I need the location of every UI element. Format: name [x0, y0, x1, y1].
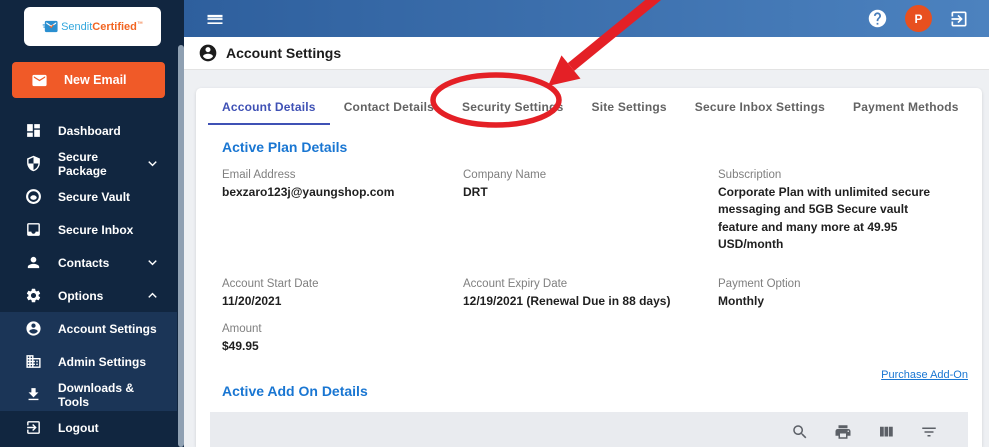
sidebar-item-account-settings[interactable]: Account Settings	[0, 312, 177, 345]
logout-icon[interactable]	[949, 9, 969, 29]
building-icon	[26, 355, 41, 368]
page-title-bar: Account Settings	[184, 37, 989, 70]
plan-fields-row-1: Email Address bexzaro123j@yaungshop.com …	[222, 169, 968, 254]
field-amount: Amount $49.95	[222, 322, 262, 353]
download-icon	[28, 388, 39, 401]
tab-payment-methods[interactable]: Payment Methods	[839, 88, 973, 125]
table-toolbar	[210, 412, 968, 447]
sidebar-item-contacts[interactable]: Contacts	[0, 246, 177, 279]
vault-icon	[26, 189, 41, 204]
new-email-button[interactable]: New Email	[12, 62, 165, 98]
active-addon-heading: Active Add On Details	[222, 383, 368, 400]
sidebar-item-secure-vault[interactable]: Secure Vault	[0, 180, 177, 213]
field-payment-option: Payment Option Monthly	[718, 277, 801, 308]
tab-security-settings[interactable]: Security Settings	[448, 88, 577, 125]
print-icon[interactable]	[834, 423, 852, 441]
sidebar-item-dashboard[interactable]: Dashboard	[0, 114, 177, 147]
chevron-down-icon	[148, 260, 157, 266]
addons-table-header: Add On Name Start Date End Date Subscrib…	[210, 412, 968, 447]
sidebar-item-admin-settings[interactable]: Admin Settings	[0, 345, 177, 378]
purchase-addon-link[interactable]: Purchase Add-On	[881, 369, 968, 381]
help-icon[interactable]	[867, 8, 888, 29]
shield-icon	[27, 155, 40, 172]
dashboard-icon	[27, 124, 40, 137]
person-icon	[27, 256, 40, 269]
account-details-pane: Active Plan Details Email Address bexzar…	[196, 125, 982, 447]
topbar-actions: P	[867, 5, 989, 32]
sidebar: SenditCertified™ New Email Dashboard Sec…	[0, 0, 177, 447]
brand-text: SenditCertified™	[61, 20, 143, 33]
tab-secure-inbox-settings[interactable]: Secure Inbox Settings	[681, 88, 839, 125]
active-plan-heading: Active Plan Details	[222, 139, 348, 155]
tab-site-settings[interactable]: Site Settings	[577, 88, 680, 125]
new-email-label: New Email	[64, 73, 127, 87]
filter-icon[interactable]	[920, 423, 938, 441]
mail-icon	[32, 74, 47, 86]
plan-fields-row-3: Amount $49.95	[222, 323, 968, 355]
field-company-name: Company Name DRT	[463, 169, 547, 199]
chevron-up-icon	[148, 292, 157, 298]
gear-icon	[26, 288, 41, 303]
hamburger-menu-icon[interactable]	[205, 9, 225, 29]
account-circle-icon	[199, 44, 217, 62]
plan-fields-row-2: Account Start Date 11/20/2021 Account Ex…	[222, 278, 968, 310]
brand-logo[interactable]: SenditCertified™	[24, 7, 161, 46]
sidebar-item-secure-package[interactable]: Secure Package	[0, 147, 177, 180]
tab-bar: Account Details Contact Details Security…	[196, 88, 982, 125]
account-circle-icon	[26, 321, 41, 336]
chevron-down-icon	[148, 161, 157, 167]
sidebar-item-options[interactable]: Options	[0, 279, 177, 312]
purchase-addon-row: Purchase Add-On	[210, 365, 968, 383]
main-area: P Account Settings Account Details Conta…	[184, 0, 989, 447]
sidebar-item-secure-inbox[interactable]: Secure Inbox	[0, 213, 177, 246]
sidebar-item-downloads-tools[interactable]: Downloads & Tools	[0, 378, 177, 411]
field-email-address: Email Address bexzaro123j@yaungshop.com	[222, 169, 395, 199]
top-bar: P	[184, 0, 989, 37]
app-window: SenditCertified™ New Email Dashboard Sec…	[0, 0, 989, 447]
field-account-expiry-date: Account Expiry Date 12/19/2021 (Renewal …	[463, 277, 671, 308]
field-account-start-date: Account Start Date 11/20/2021	[222, 277, 319, 308]
options-submenu: Account Settings Admin Settings Download…	[0, 312, 177, 411]
scrollbar-thumb[interactable]	[177, 45, 184, 447]
tab-account-details[interactable]: Account Details	[208, 88, 330, 125]
sidebar-item-logout[interactable]: Logout	[0, 411, 177, 444]
inbox-icon	[27, 223, 40, 236]
logo-envelope-icon	[42, 20, 58, 33]
sidebar-nav: Dashboard Secure Package Secure Vault Se…	[0, 114, 177, 444]
sidebar-scrollbar[interactable]	[177, 0, 184, 447]
field-subscription: Subscription Corporate Plan with unlimit…	[718, 169, 931, 252]
tab-contact-details[interactable]: Contact Details	[330, 88, 448, 125]
content-card: Account Details Contact Details Security…	[196, 88, 982, 447]
user-avatar[interactable]: P	[905, 5, 932, 32]
addons-table: Add On Name Start Date End Date Subscrib…	[210, 412, 968, 447]
page-title: Account Settings	[226, 45, 342, 61]
logout-icon	[27, 421, 40, 434]
search-icon[interactable]	[791, 423, 809, 441]
view-columns-icon[interactable]	[877, 423, 895, 441]
